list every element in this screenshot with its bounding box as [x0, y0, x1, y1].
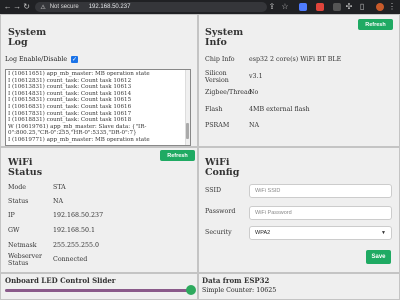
ssid-label: SSID	[205, 187, 222, 194]
wifi-config-panel: WiFi Config SSID WiFi SSID Password WiFi…	[198, 147, 400, 273]
security-label: Not secure	[49, 4, 79, 10]
esp32-data-panel: Data from ESP32 Simple Counter: 10625	[198, 273, 400, 300]
log-textarea[interactable]: I (10611651) app_mb_master: MB operation…	[5, 69, 191, 146]
counter-value: 10625	[256, 287, 277, 294]
log-lines: I (10611651) app_mb_master: MB operation…	[8, 71, 188, 144]
password-label: Password	[205, 208, 236, 215]
security-select[interactable]: WPA2 ▼	[249, 226, 392, 240]
esp32-data-title: Data from ESP32	[202, 276, 270, 285]
system-info-panel: System Info Refresh Chip Info esp32 2 cor…	[198, 14, 400, 147]
row-value: 192.168.50.237	[53, 212, 104, 219]
wifi-status-panel: WiFi Status Refresh Mode STA Status NA IP 192…	[0, 147, 198, 273]
row-label: GW	[8, 227, 20, 234]
back-icon[interactable]: ←	[3, 0, 12, 14]
row-value: No	[249, 89, 259, 96]
row-value: esp32 2 core(s) WiFi BT BLE	[249, 56, 342, 63]
password-input[interactable]: WiFi Password	[249, 206, 392, 220]
row-label: Zigbee/Thread	[205, 89, 252, 96]
browser-toolbar: ← → ↻ ⚠ Not secure 192.168.50.237 ⇪ ☆ ✣ …	[0, 0, 400, 14]
row-label: Chip Info	[205, 56, 235, 63]
row-value: NA	[53, 198, 64, 205]
log-line: I (10618831) count_task: Count task 1061…	[8, 117, 132, 124]
save-button[interactable]: Save	[366, 250, 391, 264]
row-label: Netmask	[8, 242, 37, 249]
counter-label: Simple Counter:	[202, 287, 255, 294]
log-scrollbar[interactable]	[185, 70, 190, 145]
wifi-status-title: WiFi Status	[8, 157, 43, 178]
log-line: I (10615831) count_task: Count task 1061…	[8, 97, 132, 104]
system-info-title: System Info	[205, 27, 244, 48]
row-value: Connected	[53, 256, 88, 263]
row-label: Webserver Status	[8, 253, 42, 267]
row-value: 192.168.50.1	[53, 227, 96, 234]
log-enable-label: Log Enable/Disable	[5, 56, 68, 63]
profile-avatar[interactable]	[376, 3, 385, 11]
security-label: Security	[205, 229, 232, 236]
puzzle-icon[interactable]: ✣	[344, 0, 354, 14]
security-selected-value: WPA2	[255, 230, 271, 236]
url-text: 192.168.50.237	[88, 4, 131, 10]
led-slider-track[interactable]	[5, 289, 191, 292]
log-line: W (10619761) app_mb_master: Slave data: …	[8, 123, 147, 130]
share-icon[interactable]: ⇪	[267, 0, 277, 14]
ssid-input[interactable]: WiFi SSID	[249, 184, 392, 198]
led-slider-thumb[interactable]	[186, 285, 196, 295]
system-log-title: System Log	[8, 27, 47, 48]
row-label: Status	[8, 198, 29, 205]
sidebar-icon[interactable]: ▯	[357, 0, 367, 14]
log-line: 0":800.25,"CR-0":255,"HR-0":5335,"DR-0":…	[8, 130, 137, 137]
extension-icon[interactable]	[299, 3, 308, 11]
wifi-config-title: WiFi Config	[205, 157, 240, 178]
log-enable-checkbox[interactable]: ✓	[71, 56, 78, 63]
row-value: STA	[53, 184, 66, 191]
row-label: Flash	[205, 106, 223, 113]
row-value: v3.1	[249, 73, 263, 80]
led-slider-title: Onboard LED Control Slider	[5, 276, 116, 285]
row-value: 255.255.255.0	[53, 242, 100, 249]
chevron-down-icon: ▼	[381, 230, 386, 236]
row-label: PSRAM	[205, 122, 230, 129]
system-info-refresh-button[interactable]: Refresh	[358, 19, 393, 30]
extension-red-icon[interactable]	[316, 3, 325, 11]
row-label: IP	[8, 212, 15, 219]
log-line: I (10613831) count_task: Count task 1061…	[8, 84, 132, 91]
extension-grey-icon[interactable]	[333, 3, 342, 11]
led-slider-panel: Onboard LED Control Slider	[0, 273, 198, 300]
row-value: NA	[249, 122, 260, 129]
log-line: I (10611651) app_mb_master: MB operation…	[8, 71, 150, 77]
log-line: I (10619771) app_mb_master: MB operation…	[8, 136, 150, 143]
address-bar[interactable]: ⚠ Not secure 192.168.50.237	[35, 2, 268, 12]
wifi-status-refresh-button[interactable]: Refresh	[160, 150, 195, 161]
simple-counter: Simple Counter: 10625	[202, 287, 276, 294]
bookmark-star-icon[interactable]: ☆	[280, 0, 290, 14]
warning-icon: ⚠	[40, 4, 46, 11]
reload-icon[interactable]: ↻	[22, 0, 31, 14]
row-label: Silicon Version	[205, 70, 229, 84]
log-line: I (10616831) count_task: Count task 1061…	[8, 103, 132, 110]
row-value: 4MB external flash	[249, 106, 310, 113]
row-label: Mode	[8, 184, 26, 191]
forward-icon[interactable]: →	[12, 0, 21, 14]
menu-kebab-icon[interactable]: ⋮	[387, 0, 397, 14]
